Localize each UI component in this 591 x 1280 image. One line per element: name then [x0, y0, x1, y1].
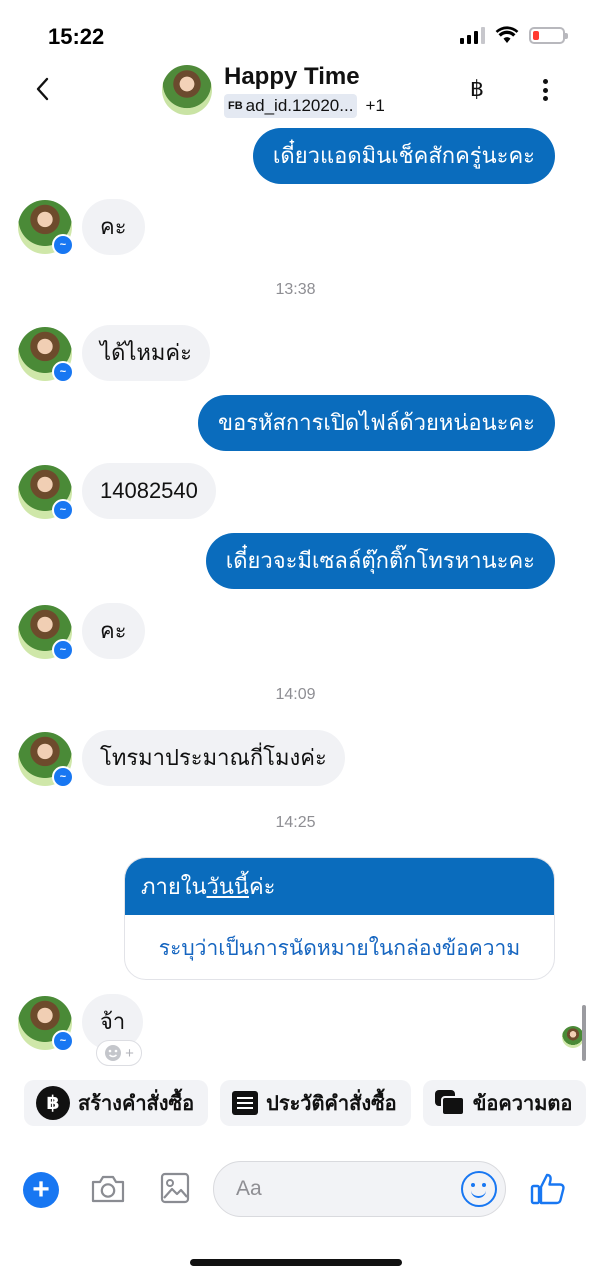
messenger-badge-icon: ~: [52, 1030, 74, 1052]
incoming-message[interactable]: ได้ไหมค่ะ: [82, 325, 210, 381]
document-list-icon: [232, 1091, 259, 1115]
order-history-label: ประวัติคำสั่งซื้อ: [266, 1093, 397, 1115]
incoming-message[interactable]: โทรมาประมาณกี่โมงค่ะ: [82, 730, 345, 786]
sender-avatar[interactable]: ~: [18, 327, 74, 383]
reaction-plus: +: [125, 1044, 134, 1062]
baht-icon: ฿: [36, 1086, 70, 1120]
create-order-button[interactable]: ฿ สร้างคำสั่งซื้อ: [24, 1080, 209, 1126]
chat-bubbles-icon: [434, 1090, 465, 1116]
message-input[interactable]: Aa: [213, 1161, 506, 1217]
mark-appointment-link[interactable]: ระบุว่าเป็นการนัดหมายในกล่องข้อความ: [125, 915, 554, 979]
saved-replies-button[interactable]: ข้อความตอ: [422, 1080, 587, 1126]
sender-avatar[interactable]: ~: [18, 996, 74, 1052]
saved-replies-label: ข้อความตอ: [472, 1093, 573, 1115]
chat-header: Happy Time FB ad_id.12020... +1 ฿: [0, 60, 591, 120]
timestamp: 13:38: [275, 281, 316, 298]
messenger-badge-icon: ~: [52, 639, 74, 661]
add-reaction-button[interactable]: +: [96, 1040, 142, 1066]
sender-avatar[interactable]: ~: [18, 465, 74, 521]
wifi-icon: [495, 26, 519, 43]
contact-name[interactable]: Happy Time: [224, 63, 360, 91]
messenger-badge-icon: ~: [52, 361, 74, 383]
baht-icon[interactable]: ฿: [470, 76, 484, 102]
seen-avatar: [562, 1026, 584, 1048]
appointment-card-text: ภายใน วันนี้ ค่ะ: [125, 858, 554, 915]
outgoing-message[interactable]: เดี๋ยวแอดมินเช็คสักครู่นะคะ: [252, 128, 555, 184]
incoming-message[interactable]: คะ: [82, 199, 145, 255]
more-tags-count[interactable]: +1: [365, 96, 384, 116]
smiley-plus-icon: [105, 1045, 122, 1061]
messenger-badge-icon: ~: [52, 234, 74, 256]
ad-id-text: ad_id.12020...: [245, 96, 354, 115]
incoming-message[interactable]: คะ: [82, 603, 145, 659]
timestamp: 14:25: [275, 814, 316, 831]
gallery-icon[interactable]: [160, 1172, 190, 1204]
quick-actions-row: ฿ สร้างคำสั่งซื้อ ประวัติคำสั่งซื้อ ข้อค…: [24, 1080, 587, 1126]
plus-icon[interactable]: +: [23, 1172, 59, 1208]
outgoing-message[interactable]: ขอรหัสการเปิดไฟล์ด้วยหน่อนะคะ: [197, 395, 555, 451]
message-input-placeholder: Aa: [236, 1177, 262, 1200]
order-history-button[interactable]: ประวัติคำสั่งซื้อ: [220, 1080, 411, 1126]
scrollbar[interactable]: [582, 1005, 586, 1061]
camera-icon[interactable]: [90, 1174, 126, 1204]
contact-avatar[interactable]: [162, 65, 212, 115]
card-text-suffix: ค่ะ: [248, 874, 276, 899]
card-text-prefix: ภายใน: [141, 874, 207, 899]
home-indicator[interactable]: [190, 1259, 402, 1266]
messenger-badge-icon: ~: [52, 499, 74, 521]
create-order-label: สร้างคำสั่งซื้อ: [78, 1093, 195, 1115]
card-date-link[interactable]: วันนี้: [207, 869, 249, 904]
incoming-message[interactable]: 14082540: [82, 463, 216, 519]
ad-id-tag[interactable]: FB ad_id.12020...: [224, 94, 358, 118]
outgoing-message[interactable]: เดี๋ยวจะมีเซลล์ตุ๊กติ๊กโทรหานะคะ: [205, 533, 555, 589]
emoji-icon[interactable]: [461, 1171, 497, 1207]
contact-subline: FB ad_id.12020... +1: [224, 94, 385, 118]
timestamp: 14:09: [275, 686, 316, 703]
sender-avatar[interactable]: ~: [18, 732, 74, 788]
messenger-badge-icon: ~: [52, 766, 74, 788]
more-vertical-icon[interactable]: [537, 76, 553, 104]
sender-avatar[interactable]: ~: [18, 605, 74, 661]
battery-icon: [529, 26, 568, 44]
sender-avatar[interactable]: ~: [18, 200, 74, 256]
message-composer: + Aa: [0, 1158, 591, 1222]
status-icons: [460, 26, 568, 44]
appointment-card[interactable]: ภายใน วันนี้ ค่ะ ระบุว่าเป็นการนัดหมายในกล…: [124, 857, 555, 980]
thumbs-up-icon[interactable]: [530, 1172, 566, 1206]
fb-label: FB: [228, 100, 243, 112]
cell-signal-icon: [460, 26, 485, 44]
back-chevron-icon[interactable]: [32, 74, 54, 104]
status-time: 15:22: [48, 24, 105, 49]
